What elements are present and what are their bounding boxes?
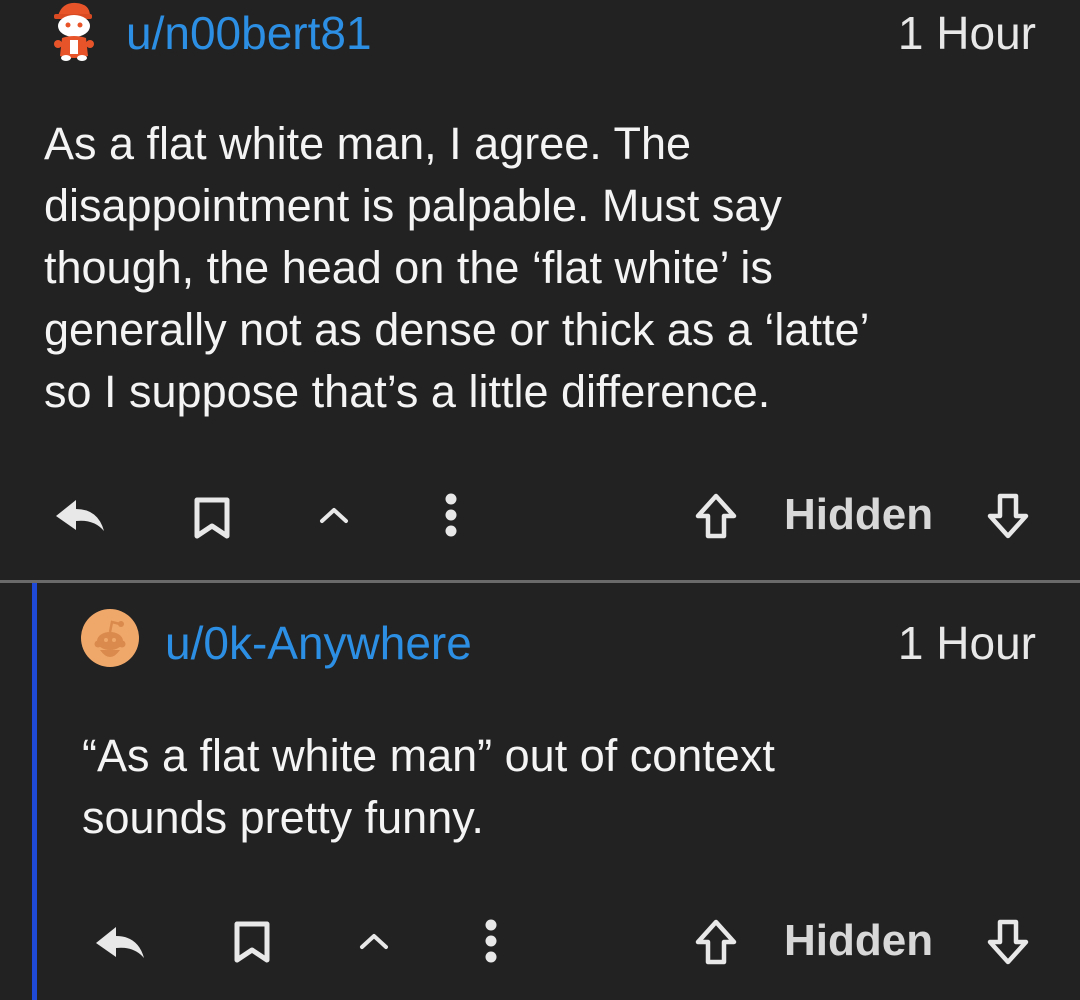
snoo-avatar-icon: [54, 2, 94, 61]
comment-body-line: so I suppose that’s a little difference.: [44, 366, 771, 417]
comment-body-line: sounds pretty funny.: [82, 792, 484, 843]
chevron-up-icon: [320, 508, 348, 523]
comment-body-line: As a flat white man, I agree. The: [44, 118, 692, 169]
avatar[interactable]: [44, 0, 104, 61]
downvote-button[interactable]: [982, 916, 1034, 968]
reply-button[interactable]: [92, 921, 148, 965]
username[interactable]: u/0k-Anywhere: [165, 616, 472, 670]
comment-body-line: “As a flat white man” out of context: [82, 730, 775, 781]
collapse-button[interactable]: [354, 926, 394, 956]
snoo-avatar-icon: [81, 609, 139, 667]
collapse-button[interactable]: [314, 500, 354, 530]
timestamp: 1 Hour: [897, 7, 1036, 59]
upvote-arrow-icon: [695, 919, 737, 965]
username[interactable]: u/n00bert81: [126, 6, 372, 60]
more-vertical-icon: [485, 919, 497, 963]
avatar[interactable]: [80, 608, 140, 668]
score-label: Hidden: [784, 490, 934, 539]
downvote-arrow-icon: [987, 493, 1029, 539]
comment-body-line: disappointment is palpable. Must say: [44, 180, 782, 231]
comment-body: As a flat white man, I agree. The disapp…: [44, 113, 1044, 423]
thread-line[interactable]: [32, 583, 37, 1000]
bookmark-icon: [194, 497, 230, 539]
comment-body-line: generally not as dense or thick as a ‘la…: [44, 304, 870, 355]
more-options-button[interactable]: [476, 916, 506, 966]
downvote-button[interactable]: [982, 490, 1034, 542]
upvote-button[interactable]: [690, 916, 742, 968]
timestamp: 1 Hour: [897, 617, 1036, 669]
reply-icon: [56, 500, 104, 531]
save-button[interactable]: [228, 918, 276, 966]
comment-0k-anywhere: u/0k-Anywhere 1 Hour “As a flat white ma…: [0, 583, 1080, 1000]
chevron-up-icon: [360, 934, 388, 949]
comment-body: “As a flat white man” out of context sou…: [82, 725, 1042, 849]
downvote-arrow-icon: [987, 919, 1029, 965]
reply-icon: [96, 927, 144, 958]
comment-body-line: though, the head on the ‘flat white’ is: [44, 242, 773, 293]
upvote-arrow-icon: [695, 493, 737, 539]
save-button[interactable]: [188, 494, 236, 542]
upvote-button[interactable]: [690, 490, 742, 542]
bookmark-icon: [234, 921, 270, 963]
reply-button[interactable]: [52, 494, 108, 538]
score-label: Hidden: [784, 916, 934, 965]
more-options-button[interactable]: [436, 490, 466, 540]
more-vertical-icon: [445, 493, 457, 537]
comment-n00bert81: u/n00bert81 1 Hour As a flat white man, …: [0, 0, 1080, 580]
